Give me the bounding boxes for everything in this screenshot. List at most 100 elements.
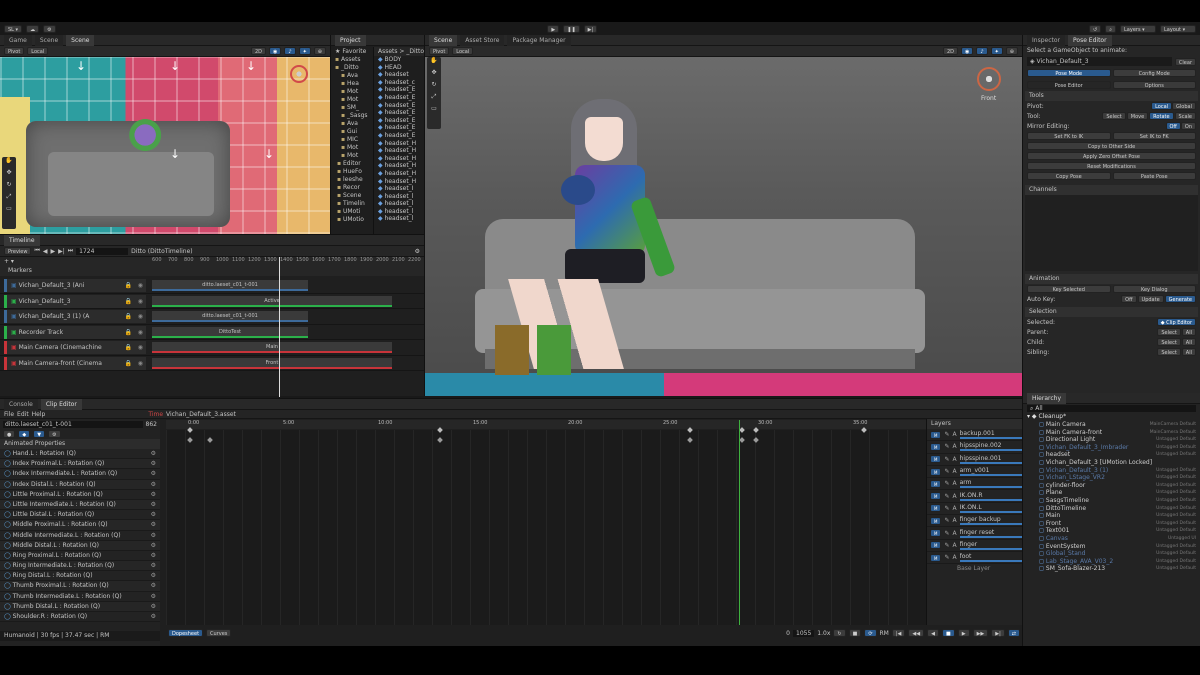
animated-property[interactable]: ◯ Ring Distal.L : Rotation (Q) ⚙ (0, 571, 160, 582)
layer-mute-toggle[interactable]: M (930, 467, 942, 476)
lock-icon[interactable]: 🔒 (125, 341, 132, 354)
mute-icon[interactable]: ◉ (138, 341, 143, 354)
fx-icon[interactable]: ✦ (298, 47, 311, 55)
project-file[interactable]: ◆ headset_E (374, 117, 425, 125)
next-key-icon[interactable]: ▶▶ (972, 629, 989, 637)
tab-scene-b[interactable]: Scene (66, 34, 95, 46)
project-file[interactable]: ◆ headset_E (374, 86, 425, 94)
loop-mode-icon[interactable]: ⟳ (864, 629, 877, 637)
project-folder[interactable]: ▪ Recor (331, 184, 373, 192)
prev-key-icon[interactable]: ◀◀ (908, 629, 925, 637)
project-folder[interactable]: ▪ UMoti (331, 208, 373, 216)
clip-play-icon[interactable]: ▶ (957, 629, 970, 637)
timeline-track[interactable]: ▣ Recorder Track 🔒 ◉ DittoTest (0, 325, 424, 340)
favorites-label[interactable]: ★ Favorite (331, 47, 373, 56)
target-field[interactable]: ◈ Vichan_Default_3 (1027, 57, 1172, 66)
property-settings-icon[interactable]: ⚙ (151, 510, 160, 519)
project-file[interactable]: ◆ headset_H (374, 162, 425, 170)
layer-mute-toggle[interactable]: M (930, 479, 942, 488)
track-header[interactable]: ▣ Vichan_Default_3 (Ani 🔒 ◉ (4, 279, 146, 292)
rotate-tool-icon[interactable]: ↻ (2, 181, 16, 193)
hierarchy-item[interactable]: ◻ DittoTimeline Untagged Default (1023, 505, 1200, 513)
timeline-clip[interactable]: Active (152, 295, 392, 307)
child-select[interactable]: Select (1157, 338, 1181, 346)
keyframe[interactable] (437, 437, 443, 443)
sibling-select[interactable]: Select (1157, 348, 1181, 356)
play-button[interactable]: ▶ (547, 24, 560, 33)
layer-edit-icon[interactable]: ✎ (944, 431, 949, 438)
tab-clip-editor[interactable]: Clip Editor (40, 398, 82, 410)
tab-project[interactable]: Project (335, 34, 366, 46)
project-file[interactable]: ◆ headset_l (374, 193, 425, 201)
timeline-clip[interactable]: ditto.laeset_c01_t-001 (152, 311, 308, 322)
tool-select[interactable]: Select (1102, 112, 1126, 120)
account-button[interactable]: SL ▾ (4, 24, 23, 33)
copy-other-side-button[interactable]: Copy to Other Side (1027, 142, 1196, 150)
layer-mute-toggle[interactable]: M (930, 492, 942, 501)
selected-value[interactable]: ◆ Clip Editor (1156, 318, 1196, 326)
mute-icon[interactable]: ◉ (138, 295, 143, 308)
project-folder[interactable]: ▪ Timelin (331, 200, 373, 208)
layer-mute-toggle[interactable]: M (930, 553, 942, 562)
layer-row[interactable]: M ✎ Aarm (927, 478, 1022, 491)
pose-editor-subtab[interactable]: Pose Editor (1027, 81, 1111, 89)
project-file[interactable]: ◆ BODY (374, 56, 425, 64)
project-folder[interactable]: ▪ Assets (331, 56, 373, 64)
settings-icon-2[interactable]: ⚙ (48, 430, 61, 438)
animated-property[interactable]: ◯ Little Distal.L : Rotation (Q) ⚙ (0, 510, 160, 521)
project-folder[interactable]: ▪ Mot (331, 88, 373, 96)
set-fk-button[interactable]: Set FK to IK (1027, 132, 1111, 140)
scene-gizmo[interactable] (290, 65, 308, 83)
tab-package-manager[interactable]: Package Manager (507, 34, 571, 46)
hierarchy-item[interactable]: ◻ Main Camera-front MainCamera Default (1023, 429, 1200, 437)
animated-property[interactable]: ◯ Ring Intermediate.L : Rotation (Q) ⚙ (0, 561, 160, 572)
project-file[interactable]: ◆ headset_I (374, 185, 425, 193)
project-folder[interactable]: ▪ leeshe (331, 176, 373, 184)
property-settings-icon[interactable]: ⚙ (151, 571, 160, 580)
local-toggle[interactable]: Local (27, 47, 49, 55)
menu-help[interactable]: Help (32, 411, 46, 418)
scene-light-icon[interactable]: ◉ (961, 47, 974, 55)
project-folder[interactable]: ▪ Gui (331, 128, 373, 136)
project-file[interactable]: ◆ headset_c (374, 79, 425, 87)
parent-all[interactable]: All (1181, 328, 1196, 336)
animated-property[interactable]: ◯ Index Proximal.L : Rotation (Q) ⚙ (0, 459, 160, 470)
child-all[interactable]: All (1181, 338, 1196, 346)
hierarchy-item[interactable]: ◻ Vichan_Default_3_Imbrader Untagged Defa… (1023, 444, 1200, 452)
apply-zero-offset-button[interactable]: Apply Zero Offset Pose (1027, 152, 1196, 160)
lock-icon[interactable]: 🔒 (125, 279, 132, 292)
prev-frame-icon[interactable]: ◀ (43, 248, 48, 255)
hierarchy-item[interactable]: ◻ EventSystem Untagged Default (1023, 543, 1200, 551)
project-file[interactable]: ◆ headset_l (374, 200, 425, 208)
current-frame[interactable]: 1055 (793, 629, 815, 637)
tab-pose-editor[interactable]: Pose Editor (1068, 34, 1112, 46)
parent-select[interactable]: Select (1157, 328, 1181, 336)
lock-icon[interactable]: 🔒 (125, 310, 132, 323)
animated-property[interactable]: ◯ Index Intermediate.L : Rotation (Q) ⚙ (0, 469, 160, 480)
animated-property[interactable]: ◯ Ring Proximal.L : Rotation (Q) ⚙ (0, 550, 160, 562)
reset-modifications-button[interactable]: Reset Modifications (1027, 162, 1196, 170)
hierarchy-item[interactable]: ◻ Main Camera MainCamera Default (1023, 421, 1200, 429)
layer-row[interactable]: M ✎ Afinger reset (927, 527, 1022, 540)
clip-name-field[interactable]: ditto.laeset_c01_t-001 (3, 420, 143, 428)
clear-button[interactable]: Clear (1174, 57, 1196, 66)
2d-toggle[interactable]: 2D (250, 47, 267, 55)
project-folder[interactable]: ▪ Scene (331, 192, 373, 200)
layer-row[interactable]: M ✎ Aarm_v001 (927, 466, 1022, 479)
property-settings-icon[interactable]: ⚙ (151, 581, 160, 590)
dopesheet-button[interactable]: Dopesheet (168, 629, 204, 637)
project-folder[interactable]: ▪ MIC (331, 136, 373, 144)
project-folder[interactable]: ▪ Mot (331, 152, 373, 160)
project-folder[interactable]: ▪ SM_ (331, 104, 373, 112)
hierarchy-item[interactable]: ◻ Text001 Untagged Default (1023, 527, 1200, 535)
settings-icon[interactable]: ⚙ (415, 248, 420, 255)
add-track-icon[interactable]: + ▾ (4, 258, 14, 265)
scene-rect-tool-icon[interactable]: ▭ (427, 105, 441, 117)
tab-scene-a[interactable]: Scene (34, 34, 64, 46)
preview-toggle[interactable]: Preview (4, 247, 32, 255)
menu-file[interactable]: File (4, 411, 14, 418)
clip-play-back-icon[interactable]: ◀ (927, 629, 939, 637)
scene-fx-icon[interactable]: ✦ (990, 47, 1003, 55)
layer-row[interactable]: M ✎ Afinger (927, 540, 1022, 552)
rect-tool-icon[interactable]: ▭ (2, 205, 16, 217)
